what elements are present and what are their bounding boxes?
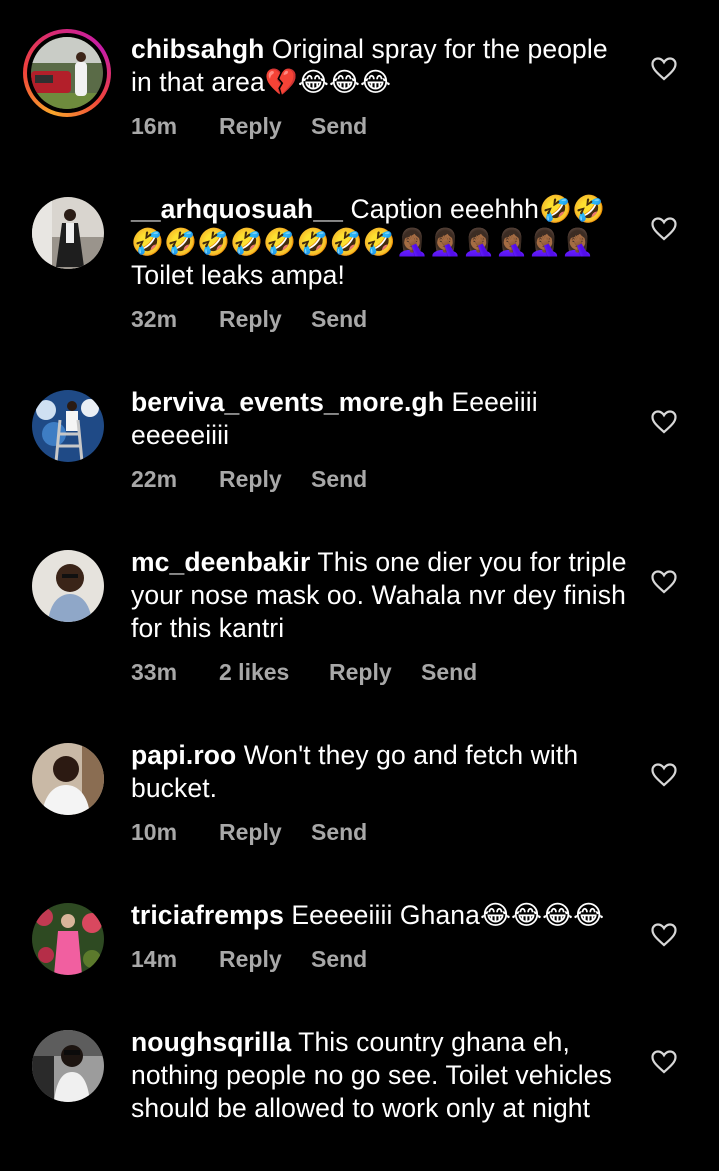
- comment-text: chibsahgh Original spray for the people …: [131, 33, 631, 99]
- comment-body: Eeeeeiiii Ghana😂😂😂😂: [283, 900, 605, 930]
- comment-meta: 22m Reply Send: [131, 466, 367, 493]
- avatar[interactable]: [32, 903, 104, 975]
- avatar[interactable]: [32, 390, 104, 462]
- send-button[interactable]: Send: [311, 466, 367, 493]
- comment-time: 22m: [131, 466, 178, 492]
- heart-outline-icon[interactable]: [651, 217, 677, 241]
- reply-button[interactable]: Reply: [219, 466, 311, 493]
- story-ring[interactable]: [23, 29, 111, 117]
- comment-time: 10m: [131, 819, 178, 845]
- avatar[interactable]: [31, 37, 103, 109]
- comment-username[interactable]: chibsahgh: [131, 34, 264, 64]
- reply-button[interactable]: Reply: [219, 819, 311, 846]
- avatar[interactable]: [32, 550, 104, 622]
- comment-time: 14m: [131, 946, 178, 972]
- comment-meta: 32m Reply Send: [131, 306, 367, 333]
- comment-text: mc_deenbakir This one dier you for tripl…: [131, 546, 631, 645]
- comment-meta: 16m Reply Send: [131, 113, 367, 140]
- avatar[interactable]: [32, 197, 104, 269]
- reply-button[interactable]: Reply: [219, 113, 311, 140]
- comment-meta: 14m Reply Send: [131, 946, 367, 973]
- heart-outline-icon[interactable]: [651, 763, 677, 787]
- send-button[interactable]: Send: [311, 946, 367, 973]
- heart-outline-icon[interactable]: [651, 1050, 677, 1074]
- heart-outline-icon[interactable]: [651, 570, 677, 594]
- comment-username[interactable]: berviva_events_more.gh: [131, 387, 444, 417]
- comment-time: 33m: [131, 659, 178, 685]
- comment-time: 16m: [131, 113, 178, 139]
- like-count[interactable]: 2 likes: [219, 659, 329, 686]
- comment-time: 32m: [131, 306, 178, 332]
- comment-username[interactable]: papi.roo: [131, 740, 236, 770]
- comment-meta: 10m Reply Send: [131, 819, 367, 846]
- comment-username[interactable]: triciafremps: [131, 900, 284, 930]
- send-button[interactable]: Send: [311, 113, 367, 140]
- avatar[interactable]: [32, 1030, 104, 1102]
- comment-username[interactable]: __arhquosuah__: [131, 194, 343, 224]
- send-button[interactable]: Send: [311, 819, 367, 846]
- heart-outline-icon[interactable]: [651, 57, 677, 81]
- heart-outline-icon[interactable]: [651, 410, 677, 434]
- comment-text: triciafremps Eeeeeiiii Ghana😂😂😂😂: [131, 899, 631, 932]
- comment-text: noughsqrilla This country ghana eh, noth…: [131, 1026, 631, 1125]
- comment-username[interactable]: mc_deenbakir: [131, 547, 310, 577]
- reply-button[interactable]: Reply: [219, 946, 311, 973]
- comment-meta: 33m 2 likes Reply Send: [131, 659, 477, 686]
- comment-text: __arhquosuah__ Caption eeehhh🤣🤣🤣🤣🤣🤣🤣🤣🤣🤣🤦…: [131, 193, 631, 292]
- send-button[interactable]: Send: [311, 306, 367, 333]
- send-button[interactable]: Send: [421, 659, 477, 686]
- reply-button[interactable]: Reply: [219, 306, 311, 333]
- heart-outline-icon[interactable]: [651, 923, 677, 947]
- comments-screen: { "comments": [ { "username": "chibsahgh…: [0, 0, 719, 1171]
- reply-button[interactable]: Reply: [329, 659, 421, 686]
- comment-text: berviva_events_more.gh Eeeeiiii eeeeeiii…: [131, 386, 631, 452]
- comment-text: papi.roo Won't they go and fetch with bu…: [131, 739, 631, 805]
- comment-username[interactable]: noughsqrilla: [131, 1027, 291, 1057]
- avatar[interactable]: [32, 743, 104, 815]
